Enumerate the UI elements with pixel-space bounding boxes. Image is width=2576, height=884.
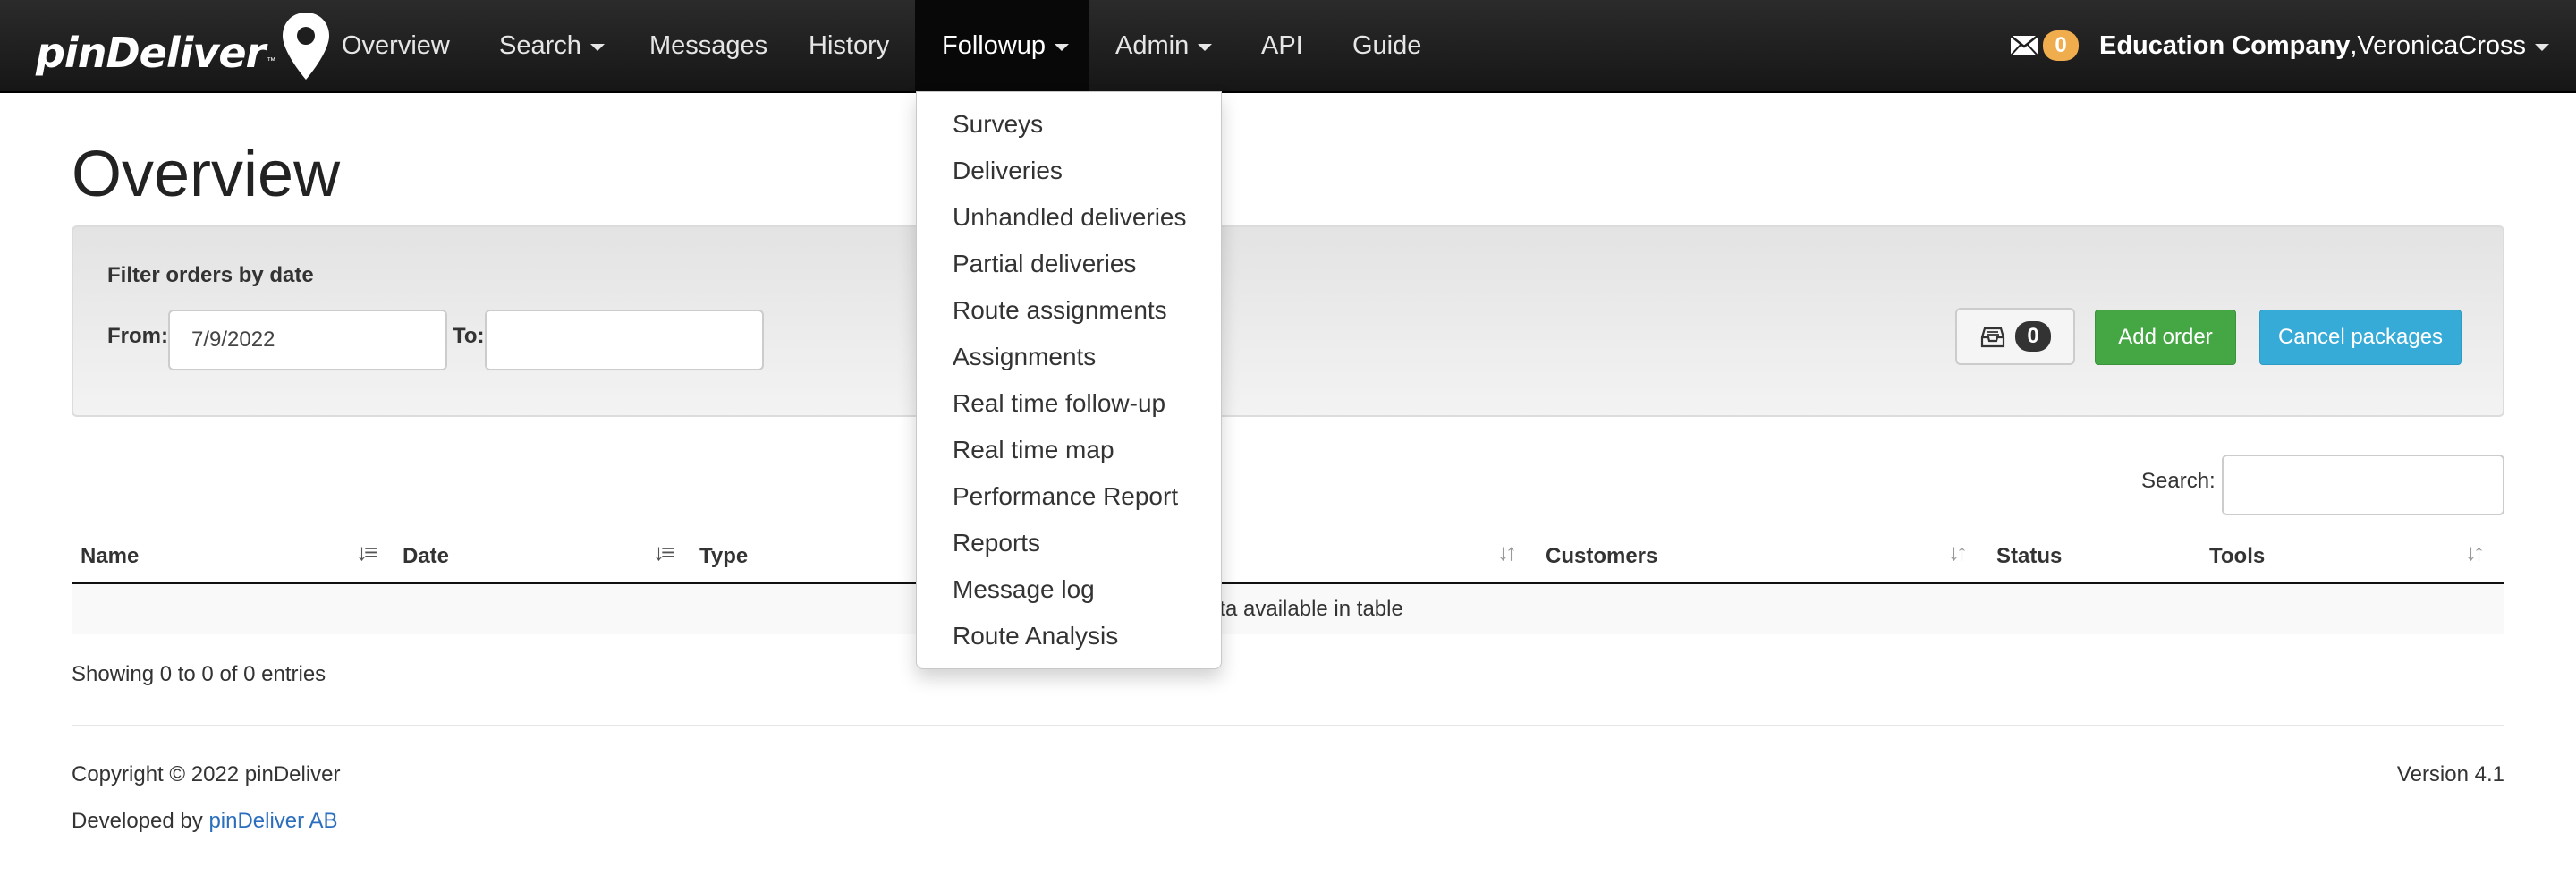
developed-by-label: Developed by [72, 809, 209, 833]
search-input[interactable] [2222, 455, 2504, 515]
developed-by: Developed by pinDeliver AB [72, 809, 338, 834]
table-info: Showing 0 to 0 of 0 entries [72, 662, 326, 686]
followup-dropdown-menu: Surveys Deliveries Unhandled deliveries … [916, 91, 1222, 669]
nav-api-label: API [1261, 30, 1303, 60]
developer-link[interactable]: pinDeliver AB [208, 809, 337, 833]
column-header-date[interactable]: Date [402, 544, 449, 569]
menu-item-route-analysis[interactable]: Route Analysis [917, 613, 1221, 659]
nav-search-label: Search [499, 30, 581, 60]
page-title: Overview [72, 139, 341, 210]
menu-item-message-log[interactable]: Message log [917, 566, 1221, 613]
menu-item-performance-report[interactable]: Performance Report [917, 473, 1221, 520]
filter-title: Filter orders by date [107, 263, 314, 287]
caret-down-icon [589, 44, 605, 51]
user-separator: , [2350, 30, 2358, 60]
menu-item-deliveries[interactable]: Deliveries [917, 148, 1221, 194]
version: Version 4.1 [2396, 762, 2504, 786]
menu-item-real-time-map[interactable]: Real time map [917, 427, 1221, 473]
nav-overview-label: Overview [342, 30, 450, 60]
inbox-count-badge: 0 [2015, 321, 2051, 352]
mail-count-badge: 0 [2043, 30, 2079, 61]
nav-guide[interactable]: Guide [1326, 0, 1448, 91]
brand-logo[interactable]: pinDeliver ™ [36, 7, 333, 88]
column-header-tools[interactable]: Tools [2209, 544, 2265, 569]
sort-both-icon[interactable]: ↓↑ [2465, 539, 2485, 566]
top-navbar: pinDeliver ™ Overview Search Messages Hi… [0, 0, 2576, 93]
add-order-button[interactable]: Add order [2095, 310, 2236, 365]
column-header-customers[interactable]: Customers [1546, 544, 1657, 569]
inbox-button[interactable]: 0 [1955, 308, 2075, 365]
nav-followup[interactable]: Followup [915, 0, 1089, 91]
menu-item-unhandled-deliveries[interactable]: Unhandled deliveries [917, 194, 1221, 241]
cancel-packages-button[interactable]: Cancel packages [2259, 310, 2462, 365]
footer-divider [72, 725, 2504, 726]
nav-search[interactable]: Search [472, 0, 631, 91]
sort-asc-icon[interactable]: ↓≡ [356, 539, 377, 566]
nav-admin[interactable]: Admin [1089, 0, 1239, 91]
mail-notifications[interactable]: 0 [2011, 30, 2079, 61]
empty-table-message: ata available in table [1208, 597, 1403, 621]
company-name: Education Company [2098, 30, 2351, 60]
user-name: VeronicaCross [2357, 30, 2526, 60]
caret-down-icon [1055, 44, 1070, 51]
nav-history-label: History [809, 30, 890, 60]
filter-panel: Filter orders by date From: 7/9/2022 To:… [72, 225, 2504, 417]
nav-messages[interactable]: Messages [623, 0, 794, 91]
menu-item-real-time-follow-up[interactable]: Real time follow-up [917, 380, 1221, 427]
sort-desc-icon[interactable]: ↓≡ [653, 539, 674, 566]
menu-item-surveys[interactable]: Surveys [917, 101, 1221, 148]
envelope-icon [2011, 36, 2038, 55]
to-label: To: [453, 324, 485, 348]
search-label: Search: [2141, 469, 2216, 493]
menu-item-partial-deliveries[interactable]: Partial deliveries [917, 241, 1221, 287]
nav-overview[interactable]: Overview [315, 0, 477, 91]
from-label: From: [107, 324, 168, 348]
sort-both-icon[interactable]: ↓↑ [1497, 539, 1517, 566]
to-date-input[interactable] [485, 310, 764, 370]
menu-item-reports[interactable]: Reports [917, 520, 1221, 566]
menu-item-assignments[interactable]: Assignments [917, 334, 1221, 380]
nav-guide-label: Guide [1352, 30, 1422, 60]
user-menu[interactable]: Education Company, VeronicaCross [2099, 0, 2549, 91]
column-header-type[interactable]: Type [699, 544, 748, 569]
nav-messages-label: Messages [649, 30, 768, 60]
copyright: Copyright © 2022 pinDeliver [72, 762, 341, 786]
brand-name: pinDeliver [36, 29, 266, 77]
nav-admin-label: Admin [1115, 30, 1190, 60]
caret-down-icon [1198, 44, 1213, 51]
sort-both-icon[interactable]: ↓↑ [1948, 539, 1968, 566]
column-header-status[interactable]: Status [1996, 544, 2062, 569]
caret-down-icon [2535, 44, 2549, 51]
nav-followup-label: Followup [942, 30, 1046, 60]
nav-api[interactable]: API [1234, 0, 1330, 91]
inbox-tray-icon [1980, 327, 2005, 348]
from-date-input[interactable]: 7/9/2022 [168, 310, 447, 370]
nav-history[interactable]: History [782, 0, 916, 91]
menu-item-route-assignments[interactable]: Route assignments [917, 287, 1221, 334]
brand-tm: ™ [267, 55, 276, 66]
column-header-name[interactable]: Name [80, 544, 139, 569]
